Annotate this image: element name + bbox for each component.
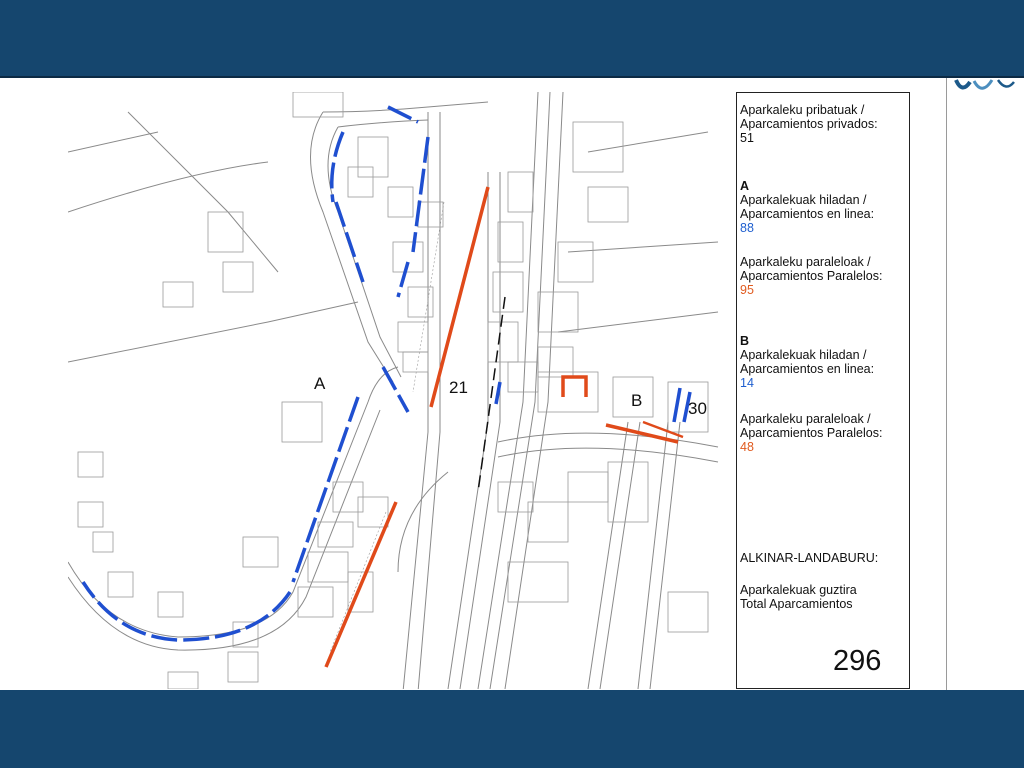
a-parallel-value: 95	[740, 283, 754, 297]
zone-a-label: A	[314, 374, 326, 393]
header-band	[0, 0, 1024, 76]
section-a-heading: A	[740, 179, 750, 193]
total-value: 296	[833, 645, 882, 677]
b-line-label-es: Aparcamientos en linea:	[740, 362, 875, 376]
parking-legend: Aparkaleku pribatuak / Aparcamientos pri…	[736, 92, 910, 689]
zone-b-count-label: 30	[688, 399, 707, 418]
area-name: ALKINAR-LANDABURU:	[740, 551, 879, 565]
parking-map: A 21 B 30	[68, 92, 720, 689]
b-parallel-label-eu: Aparkaleku paraleloak /	[740, 412, 871, 426]
a-line-label-eu: Aparkalekuak hiladan /	[740, 193, 867, 207]
footer-band	[0, 690, 1024, 768]
a-line-label-es: Aparcamientos en linea:	[740, 207, 875, 221]
a-line-value: 88	[740, 221, 754, 235]
private-value: 51	[740, 131, 754, 145]
private-title-es: Aparcamientos privados:	[740, 117, 878, 131]
private-title-eu: Aparkaleku pribatuak /	[740, 103, 865, 117]
zone-a-count-label: 21	[449, 378, 468, 397]
total-label-eu: Aparkalekuak guztira	[740, 583, 857, 597]
a-parallel-label-eu: Aparkaleku paraleloak /	[740, 255, 871, 269]
b-parallel-label-es: Aparcamientos Paralelos:	[740, 426, 883, 440]
zone-b-label: B	[631, 391, 643, 410]
a-parallel-label-es: Aparcamientos Paralelos:	[740, 269, 883, 283]
logo-fragment-icon	[954, 79, 1015, 90]
section-b-heading: B	[740, 334, 750, 348]
street-plan	[68, 92, 719, 689]
total-label-es: Total Aparcamientos	[740, 597, 853, 611]
b-parallel-value: 48	[740, 440, 754, 454]
b-line-label-eu: Aparkalekuak hiladan /	[740, 348, 867, 362]
b-line-value: 14	[740, 376, 754, 390]
